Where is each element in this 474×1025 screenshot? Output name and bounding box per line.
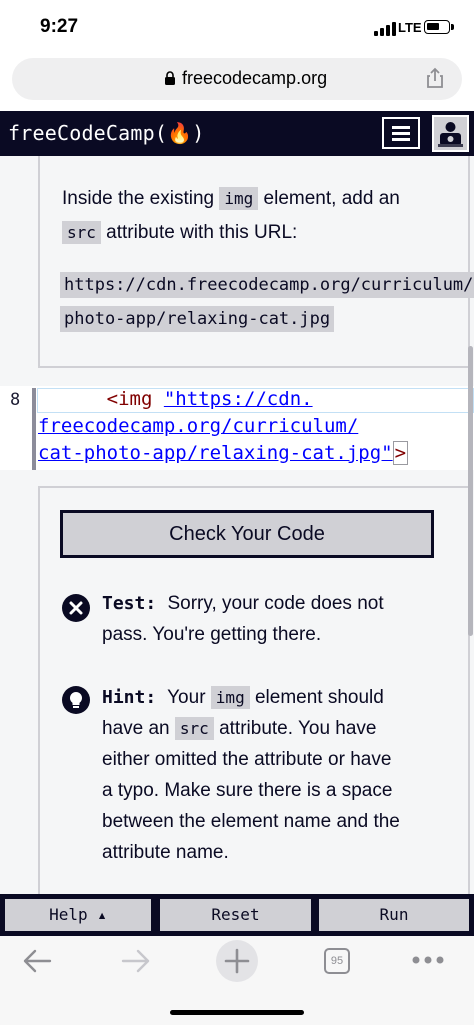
menu-button[interactable] (382, 117, 420, 149)
test-message: Test: Sorry, your code does not pass. Yo… (102, 588, 432, 650)
user-icon (434, 117, 467, 150)
lightbulb-icon (62, 686, 90, 714)
line-number: 8 (10, 390, 21, 410)
inline-code: img (210, 686, 250, 709)
code-line[interactable]: cat-photo-app/relaxing-cat.jpg" > (38, 440, 409, 467)
url-code-line: photo-app/relaxing-cat.jpg (60, 306, 335, 332)
reset-button[interactable]: Reset (157, 896, 314, 934)
test-label: Test: (102, 593, 157, 614)
code-string: freecodecamp.org/curriculum/ (38, 415, 359, 437)
more-icon[interactable] (412, 956, 444, 964)
address-bar[interactable]: freecodecamp.org (12, 58, 462, 100)
instruction-line-1: Inside the existing img element, add an (62, 182, 400, 216)
instructions-panel: Inside the existing img element, add an … (38, 156, 474, 368)
tabs-icon[interactable]: 95 (324, 948, 350, 974)
hint-text: a typo. Make sure there is a space (102, 780, 393, 801)
back-icon[interactable] (22, 948, 52, 974)
code-editor[interactable]: 8 <img "https://cdn. freecodecamp.org/cu… (0, 386, 474, 470)
hint-text: either omitted the attribute or have (102, 749, 392, 770)
hint-label: Hint: (102, 687, 157, 708)
inline-code: src (62, 221, 101, 244)
home-indicator (170, 1010, 304, 1015)
lesson-content[interactable]: Inside the existing img element, add an … (0, 156, 474, 894)
test-text: pass. You're getting there. (102, 624, 322, 645)
status-bar: 9:27 LTE (0, 0, 474, 56)
instruction-text: Inside the existing (62, 188, 220, 209)
code-tag: <img (106, 388, 153, 410)
hint-text: have an (102, 718, 175, 739)
hint-text: Your (167, 687, 211, 708)
fcc-logo[interactable]: freeCodeCamp(🔥) (8, 121, 204, 145)
scrollbar[interactable] (468, 346, 473, 636)
hint-text: between the element name and the (102, 811, 400, 832)
battery-icon (424, 20, 454, 34)
hint-text: attribute name. (102, 842, 229, 863)
inline-code: img (219, 187, 259, 210)
instruction-line-2: src attribute with this URL: (62, 216, 297, 250)
url-domain: freecodecamp.org (182, 68, 328, 88)
code-line[interactable]: <img "https://cdn. (38, 386, 313, 413)
network-type: LTE (398, 20, 422, 35)
check-code-button[interactable]: Check Your Code (60, 510, 434, 558)
fcc-navbar: freeCodeCamp(🔥) (0, 111, 474, 156)
hint-text: attribute. You have (213, 718, 377, 739)
forward-icon[interactable] (121, 948, 151, 974)
code-string: cat-photo-app/relaxing-cat.jpg" (38, 442, 393, 464)
instruction-text: attribute with this URL: (100, 222, 298, 243)
hint-message: Hint: Your img element should have an sr… (102, 682, 432, 868)
help-button[interactable]: Help ▴ (2, 896, 154, 934)
url-code-block: https://cdn.freecodecamp.org/curriculum/… (60, 268, 474, 336)
action-bar: Help ▴ Reset Run (0, 894, 474, 936)
new-tab-icon[interactable] (216, 940, 258, 982)
test-feedback-panel: Check Your Code Test: Sorry, your code d… (38, 486, 470, 894)
avatar[interactable] (432, 115, 469, 152)
fail-icon (62, 594, 90, 622)
inline-code: src (174, 717, 214, 740)
lock-icon (165, 71, 175, 85)
code-line[interactable]: freecodecamp.org/curriculum/ (38, 413, 358, 440)
code-tag: > (392, 441, 409, 465)
tab-count: 95 (330, 955, 344, 967)
url-code-line: https://cdn.freecodecamp.org/curriculum/… (60, 272, 474, 298)
status-time: 9:27 (40, 16, 79, 37)
share-icon[interactable] (426, 67, 444, 89)
editor-gutter-marker (32, 388, 36, 470)
hint-text: element should (249, 687, 384, 708)
code-string: "https://cdn. (163, 388, 313, 410)
signal-icon (374, 22, 396, 36)
test-text: Sorry, your code does not (167, 593, 384, 614)
instruction-text: element, add an (258, 188, 400, 209)
run-button[interactable]: Run (316, 896, 472, 934)
